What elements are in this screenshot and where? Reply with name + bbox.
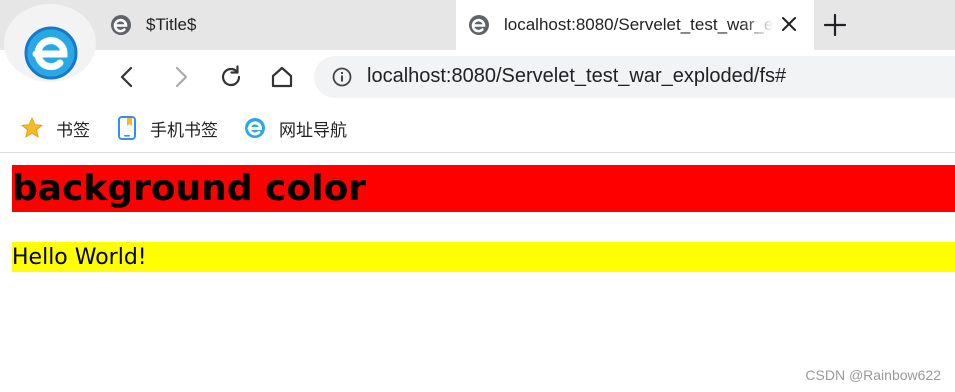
- star-icon: [21, 117, 43, 138]
- page-favicon-icon: [111, 15, 131, 35]
- browser-e-icon: [245, 118, 265, 138]
- forward-icon[interactable]: [166, 63, 194, 91]
- close-tab-icon[interactable]: [778, 13, 800, 35]
- phone-bookmark-icon: [118, 116, 136, 140]
- home-icon[interactable]: [268, 63, 296, 91]
- bookmark-label: 书签: [56, 120, 90, 140]
- bookmark-label: 网址导航: [279, 120, 347, 140]
- tab-localhost[interactable]: localhost:8080/Servelet_test_war_explode…: [456, 0, 814, 50]
- site-info-icon[interactable]: [332, 67, 352, 87]
- bookmark-shuqian[interactable]: 书签: [20, 115, 90, 141]
- new-tab-icon[interactable]: [822, 12, 848, 38]
- back-icon[interactable]: [114, 63, 142, 91]
- hello-paragraph: Hello World!: [12, 242, 955, 272]
- bookmark-label: 手机书签: [150, 120, 218, 140]
- browser-e-logo-icon: [24, 26, 78, 80]
- reload-icon[interactable]: [217, 63, 245, 91]
- bookmark-mobile[interactable]: 手机书签: [116, 115, 218, 141]
- tab-strip: $Title$ localhost:8080/Servelet_test_war…: [0, 0, 955, 82]
- browser-logo[interactable]: [4, 4, 96, 82]
- navigation-toolbar: localhost:8080/Servelet_test_war_explode…: [0, 50, 955, 105]
- tab-label: localhost:8080/Servelet_test_war_explode…: [504, 15, 774, 34]
- page-favicon-icon: [469, 15, 489, 35]
- page-heading: background color: [12, 165, 955, 212]
- bookmarks-bar: 书签 手机书签 网址导航: [0, 105, 955, 153]
- address-bar[interactable]: localhost:8080/Servelet_test_war_explode…: [314, 56, 955, 98]
- bookmark-nav[interactable]: 网址导航: [243, 115, 347, 141]
- watermark: CSDN @Rainbow622: [805, 367, 941, 383]
- tab-title-placeholder[interactable]: $Title$: [100, 0, 455, 50]
- tab-label: $Title$: [146, 15, 197, 34]
- url-text[interactable]: localhost:8080/Servelet_test_war_explode…: [367, 65, 786, 88]
